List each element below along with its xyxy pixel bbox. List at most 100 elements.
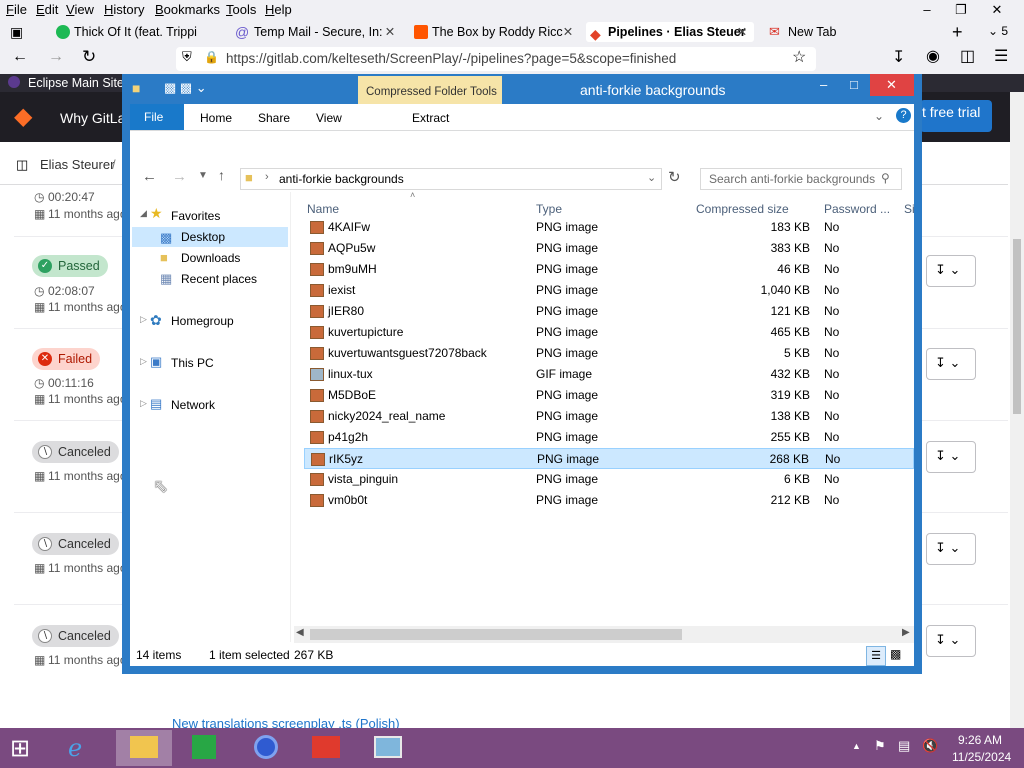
download-artifacts-button[interactable]: ↧ ⌄ <box>926 255 976 287</box>
bookmark-eclipse[interactable]: Eclipse Main Site <box>28 76 124 90</box>
tab-new-tab[interactable]: ✉ New Tab <box>766 22 886 42</box>
tab-list-icon[interactable]: ▣ <box>10 24 23 41</box>
context-tab[interactable]: Compressed Folder Tools <box>358 76 502 104</box>
column-header-name[interactable]: Name <box>307 202 339 216</box>
download-artifacts-button[interactable]: ↧ ⌄ <box>926 441 976 473</box>
download-artifacts-button[interactable]: ↧ ⌄ <box>926 348 976 380</box>
nav-network[interactable]: Network <box>171 398 215 412</box>
nav-desktop[interactable]: Desktop <box>181 230 225 244</box>
minimize-icon[interactable]: – <box>820 77 827 92</box>
menu-tools[interactable]: Tools <box>226 2 256 17</box>
start-button[interactable]: ⊞ <box>10 734 30 763</box>
forward-icon[interactable]: → <box>172 168 187 185</box>
expand-icon[interactable]: ▷ <box>140 314 147 325</box>
large-icons-view-icon[interactable]: ▩ <box>890 647 901 661</box>
scrollbar-thumb[interactable] <box>1013 239 1021 414</box>
file-row[interactable]: rIK5yz PNG image 268 KB No <box>304 448 914 469</box>
status-badge-canceled[interactable]: ∖ Canceled <box>32 441 119 463</box>
tab-thick-of-it[interactable]: Thick Of It (feat. Trippi <box>52 22 222 42</box>
nav-downloads[interactable]: Downloads <box>181 251 240 265</box>
file-row[interactable]: iexist PNG image 1,040 KB No <box>304 280 914 301</box>
taskbar-explorer[interactable] <box>116 730 172 766</box>
search-input[interactable]: Search anti-forkie backgrounds ⚲ <box>700 168 902 190</box>
file-row[interactable]: kuvertupicture PNG image 465 KB No <box>304 322 914 343</box>
file-row[interactable]: jIER80 PNG image 121 KB No <box>304 301 914 322</box>
column-header-size[interactable]: Si <box>904 202 915 216</box>
scroll-right-icon[interactable]: ▶ <box>902 627 910 638</box>
taskbar-app[interactable] <box>298 730 354 766</box>
tab-extract[interactable]: Extract <box>412 111 449 125</box>
address-dropdown-icon[interactable]: ⌄ <box>647 171 656 184</box>
menu-history[interactable]: History <box>104 2 144 17</box>
clock-date[interactable]: 11/25/2024 <box>952 750 1011 764</box>
header-text[interactable]: Why GitLa <box>60 110 125 126</box>
file-row[interactable]: vista_pinguin PNG image 6 KB No <box>304 469 914 490</box>
tab-file[interactable]: File <box>130 104 184 130</box>
tab-the-box[interactable]: The Box by Roddy Ricc ✕ <box>410 22 580 42</box>
scrollbar-thumb[interactable] <box>310 629 682 640</box>
account-icon[interactable]: ◉ <box>926 46 940 66</box>
address-breadcrumb[interactable]: anti-forkie backgrounds <box>279 172 404 186</box>
page-scrollbar[interactable] <box>1010 92 1024 728</box>
close-tab-icon[interactable]: ✕ <box>562 22 574 42</box>
url-bar[interactable]: ⛨ 🔒 https://gitlab.com/kelteseth/ScreenP… <box>176 47 816 71</box>
new-tab-button[interactable]: + <box>952 22 963 43</box>
nav-recent-places[interactable]: Recent places <box>181 272 257 286</box>
nav-favorites[interactable]: Favorites <box>171 209 220 223</box>
close-tab-icon[interactable]: ✕ <box>736 22 748 42</box>
back-icon[interactable]: ← <box>12 48 28 66</box>
minimize-button[interactable]: – <box>910 0 944 20</box>
nav-this-pc[interactable]: This PC <box>171 356 214 370</box>
menu-view[interactable]: View <box>66 2 94 17</box>
status-badge-canceled[interactable]: ∖ Canceled <box>32 533 119 555</box>
tab-overflow-button[interactable]: ⌄ 5 <box>988 24 1008 38</box>
file-row[interactable]: nicky2024_real_name PNG image 138 KB No <box>304 406 914 427</box>
horizontal-scrollbar[interactable]: ◀ ▶ <box>294 626 914 643</box>
file-row[interactable]: M5DBoE PNG image 319 KB No <box>304 385 914 406</box>
file-row[interactable]: vm0b0t PNG image 212 KB No <box>304 490 914 511</box>
tab-home[interactable]: Home <box>200 111 232 125</box>
file-row[interactable]: p41g2h PNG image 255 KB No <box>304 427 914 448</box>
back-icon[interactable]: ← <box>142 168 157 185</box>
menu-bookmarks[interactable]: Bookmarks <box>155 2 220 17</box>
reload-icon[interactable]: ↻ <box>82 47 96 67</box>
menu-file[interactable]: File <box>6 2 27 17</box>
volume-muted-icon[interactable]: 🔇 <box>922 738 938 754</box>
tab-pipelines[interactable]: ◆ Pipelines · Elias Steuer ✕ <box>586 22 754 42</box>
file-row[interactable]: linux-tux GIF image 432 KB No <box>304 364 914 385</box>
gitlab-logo-icon[interactable]: ◆ <box>14 102 32 131</box>
recent-dropdown-icon[interactable]: ▼ <box>198 170 208 181</box>
status-badge-passed[interactable]: ✓ Passed <box>32 255 108 277</box>
scroll-left-icon[interactable]: ◀ <box>296 627 304 638</box>
close-button[interactable]: ✕ <box>870 74 914 96</box>
bookmark-star-icon[interactable]: ☆ <box>792 47 806 67</box>
column-header-compressed-size[interactable]: Compressed size <box>696 202 789 216</box>
refresh-icon[interactable]: ↻ <box>668 168 681 186</box>
expand-icon[interactable]: ▷ <box>140 398 147 409</box>
taskbar-store[interactable] <box>176 730 232 766</box>
sidebar-toggle-icon[interactable]: ◫ <box>16 157 28 173</box>
restore-button[interactable]: ❐ <box>944 0 978 20</box>
taskbar-app2[interactable] <box>360 730 416 766</box>
clock-time[interactable]: 9:26 AM <box>958 733 1002 747</box>
details-view-icon[interactable]: ☰ <box>866 646 886 666</box>
nav-homegroup[interactable]: Homegroup <box>171 314 234 328</box>
show-hidden-icons[interactable]: ▲ <box>852 741 861 751</box>
tab-temp-mail[interactable]: @ Temp Mail - Secure, In: ✕ <box>232 22 402 42</box>
up-icon[interactable]: ↑ <box>218 167 225 183</box>
file-row[interactable]: bm9uMH PNG image 46 KB No <box>304 259 914 280</box>
file-row[interactable]: AQPu5w PNG image 383 KB No <box>304 238 914 259</box>
file-row[interactable]: kuvertuwantsguest72078back PNG image 5 KB N… <box>304 343 914 364</box>
address-bar[interactable]: ■ › anti-forkie backgrounds ⌄ <box>240 168 662 190</box>
menu-help[interactable]: Help <box>265 2 292 17</box>
network-tray-icon[interactable]: ▤ <box>898 738 910 754</box>
close-window-button[interactable]: ✕ <box>980 0 1014 20</box>
status-badge-failed[interactable]: ✕ Failed <box>32 348 101 370</box>
tab-share[interactable]: Share <box>258 111 290 125</box>
flag-icon[interactable]: ⚑ <box>874 738 886 754</box>
maximize-icon[interactable]: □ <box>850 77 858 92</box>
expand-icon[interactable]: ▷ <box>140 356 147 367</box>
help-icon[interactable]: ? <box>896 108 911 123</box>
download-artifacts-button[interactable]: ↧ ⌄ <box>926 533 976 565</box>
breadcrumb[interactable]: Elias Steurer <box>40 157 114 172</box>
